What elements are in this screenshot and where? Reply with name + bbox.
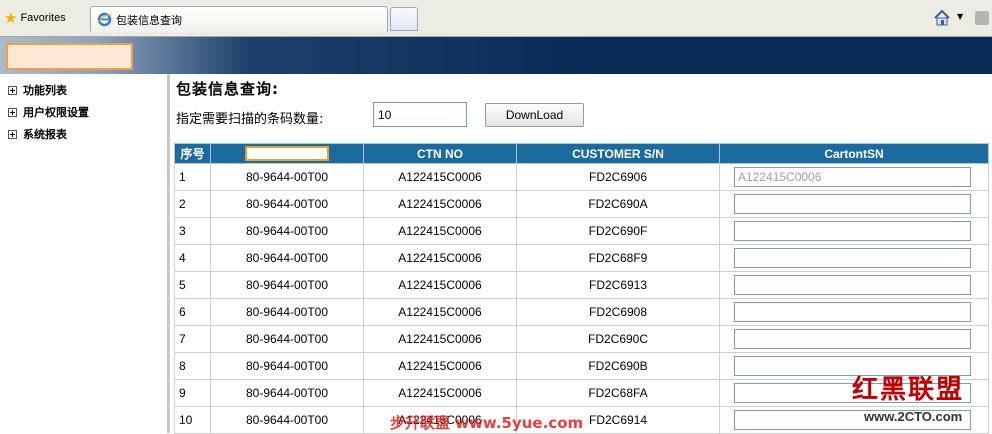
scan-count-label: 指定需要扫描的条码数量:	[176, 112, 324, 127]
table-header-row: 序号 CTN NO CUSTOMER S/N CartontSN	[174, 143, 989, 164]
cell-ctn-no: A122415C0006	[363, 298, 517, 326]
table-row: 1 80-9644-00T00 A122415C0006 FD2C6906 A12241…	[174, 163, 989, 191]
download-button[interactable]: DownLoad	[485, 103, 584, 127]
home-icon[interactable]	[933, 9, 951, 27]
cell-ctn-no: A122415C0006	[363, 352, 517, 380]
carton-sn-input[interactable]	[734, 194, 971, 214]
browser-toolbar: ★ Favorites 包装信息查询 ▼	[0, 0, 992, 37]
chevron-down-icon[interactable]: ▼	[957, 13, 963, 21]
cell-ctn-no: A122415C0006	[363, 271, 517, 299]
carton-sn-input[interactable]	[734, 248, 971, 268]
favorites-button[interactable]: ★ Favorites	[4, 9, 66, 27]
watermark-corner-title: 红黑联盟	[852, 375, 965, 405]
cell-index: 7	[174, 325, 211, 353]
cell-carton-sn	[719, 271, 989, 299]
cell-part-no: 80-9644-00T00	[210, 244, 364, 272]
cell-customer-sn: FD2C68F9	[516, 244, 720, 272]
cell-part-no: 80-9644-00T00	[210, 217, 364, 245]
cell-customer-sn: FD2C68FA	[516, 379, 720, 407]
table-row: 2 80-9644-00T00 A122415C0006 FD2C690A	[174, 190, 989, 218]
star-icon: ★	[4, 9, 18, 27]
carton-sn-input[interactable]	[734, 302, 971, 322]
sidebar-item-user-permissions[interactable]: 用户权限设置	[8, 104, 89, 120]
scan-count-input[interactable]	[373, 102, 467, 127]
cell-part-no: 80-9644-00T00	[210, 406, 364, 434]
cell-carton-sn	[719, 244, 989, 272]
table-row: 7 80-9644-00T00 A122415C0006 FD2C690C	[174, 325, 989, 353]
expand-plus-icon[interactable]	[8, 107, 17, 117]
column-header-part-box	[245, 146, 329, 162]
cell-part-no: 80-9644-00T00	[210, 325, 364, 353]
cell-part-no: 80-9644-00T00	[210, 298, 364, 326]
sidebar-item-label: 功能列表	[23, 84, 67, 97]
cell-customer-sn: FD2C690F	[516, 217, 720, 245]
cell-index: 5	[174, 271, 211, 299]
cell-customer-sn: FD2C6908	[516, 298, 720, 326]
cell-index: 3	[174, 217, 211, 245]
cell-ctn-no: A122415C0006	[363, 244, 517, 272]
carton-sn-input[interactable]	[734, 275, 971, 295]
watermark-center: 步升联盟 www.5yue.com	[390, 414, 584, 432]
carton-sn-input[interactable]	[734, 221, 971, 241]
cell-ctn-no: A122415C0006	[363, 379, 517, 407]
cell-index: 8	[174, 352, 211, 380]
cell-customer-sn: FD2C6906	[516, 163, 720, 191]
column-header-customer-sn: CUSTOMER S/N	[516, 143, 720, 164]
table-row: 3 80-9644-00T00 A122415C0006 FD2C690F	[174, 217, 989, 245]
cell-carton-sn	[719, 217, 989, 245]
cell-part-no: 80-9644-00T00	[210, 352, 364, 380]
cell-index: 1	[174, 163, 211, 191]
cell-index: 10	[174, 406, 211, 434]
cell-carton-sn: A122415C0006	[719, 163, 989, 191]
expand-plus-icon[interactable]	[8, 129, 17, 139]
cell-carton-sn	[719, 298, 989, 326]
cell-ctn-no: A122415C0006	[363, 217, 517, 245]
rss-icon[interactable]	[975, 11, 989, 25]
column-header-ctn: CTN NO	[363, 143, 517, 164]
cell-carton-sn	[719, 325, 989, 353]
cell-part-no: 80-9644-00T00	[210, 379, 364, 407]
sidebar-item-label: 用户权限设置	[23, 106, 89, 119]
column-header-part	[210, 143, 364, 164]
table-row: 6 80-9644-00T00 A122415C0006 FD2C6908	[174, 298, 989, 326]
cell-index: 6	[174, 298, 211, 326]
logo-placeholder	[6, 43, 133, 70]
column-header-carton-sn: CartontSN	[719, 143, 989, 164]
cell-part-no: 80-9644-00T00	[210, 163, 364, 191]
watermark-corner: 红黑联盟 www.2CTO.com	[850, 369, 992, 433]
ie-icon	[97, 12, 112, 27]
table-row: 5 80-9644-00T00 A122415C0006 FD2C6913	[174, 271, 989, 299]
cell-index: 2	[174, 190, 211, 218]
new-tab-button[interactable]	[390, 7, 418, 31]
browser-tab-active[interactable]: 包装信息查询	[90, 6, 388, 32]
sidebar-item-function-list[interactable]: 功能列表	[8, 82, 67, 98]
cell-ctn-no: A122415C0006	[363, 325, 517, 353]
table-row: 4 80-9644-00T00 A122415C0006 FD2C68F9	[174, 244, 989, 272]
page-header-banner	[0, 37, 992, 74]
tab-title: 包装信息查询	[116, 13, 182, 27]
cell-customer-sn: FD2C690C	[516, 325, 720, 353]
cell-ctn-no: A122415C0006	[363, 163, 517, 191]
column-header-index: 序号	[174, 143, 211, 164]
cell-index: 4	[174, 244, 211, 272]
cell-part-no: 80-9644-00T00	[210, 190, 364, 218]
sidebar-nav: 功能列表 用户权限设置 系统报表	[0, 74, 170, 433]
cell-index: 9	[174, 379, 211, 407]
carton-sn-input[interactable]: A122415C0006	[734, 167, 971, 187]
sidebar-item-system-reports[interactable]: 系统报表	[8, 126, 67, 142]
cell-customer-sn: FD2C6913	[516, 271, 720, 299]
cell-carton-sn	[719, 190, 989, 218]
cell-ctn-no: A122415C0006	[363, 190, 517, 218]
favorites-label: Favorites	[20, 12, 66, 24]
sidebar-item-label: 系统报表	[23, 128, 67, 141]
cell-customer-sn: FD2C690B	[516, 352, 720, 380]
page-title: 包装信息查询:	[176, 80, 279, 98]
watermark-corner-url: www.2CTO.com	[864, 409, 963, 424]
expand-plus-icon[interactable]	[8, 85, 17, 95]
cell-part-no: 80-9644-00T00	[210, 271, 364, 299]
cell-customer-sn: FD2C690A	[516, 190, 720, 218]
carton-sn-input[interactable]	[734, 329, 971, 349]
